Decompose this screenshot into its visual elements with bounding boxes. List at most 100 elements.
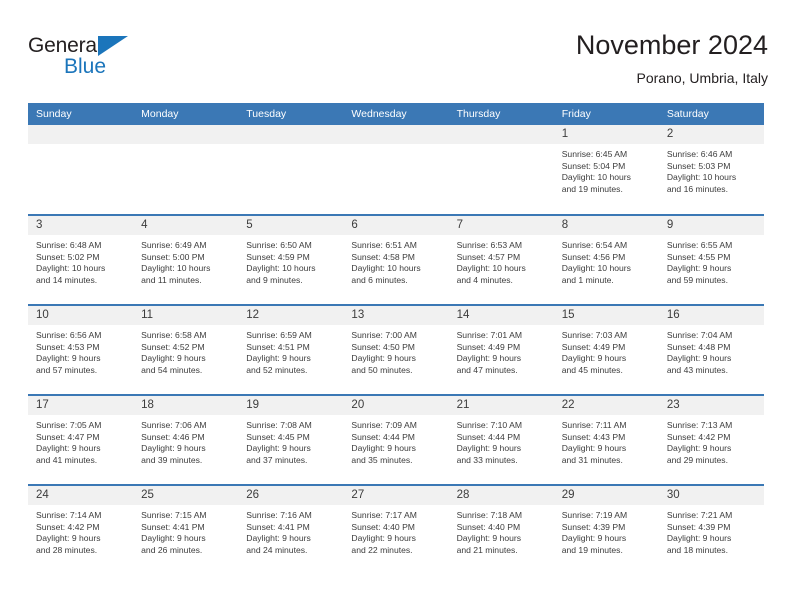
day-number: 26 [238, 486, 344, 505]
sunset-time: Sunset: 4:44 PM [351, 431, 415, 442]
day-number: 28 [448, 486, 554, 505]
daylight-duration-line1: Daylight: 9 hours [351, 533, 416, 544]
calendar-day-cell[interactable]: 15 Sunrise: 7:03 AM Sunset: 4:49 PM Dayligh… [553, 304, 659, 395]
sunset-time: Sunset: 4:58 PM [351, 251, 415, 262]
title-block: November 2024 Porano, Umbria, Italy [576, 28, 768, 88]
daylight-duration-line1: Daylight: 9 hours [36, 443, 101, 454]
day-number: 5 [238, 216, 344, 235]
sunset-time: Sunset: 4:42 PM [666, 431, 731, 442]
calendar-week-row: 17 Sunrise: 7:05 AM Sunset: 4:47 PM Dayligh… [28, 394, 764, 485]
day-number: 8 [553, 216, 659, 235]
day-number: 11 [133, 306, 239, 325]
calendar-week-row: 1 Sunrise: 6:45 AM Sunset: 5:04 PM Daylight… [28, 125, 764, 215]
daylight-duration-line2: and 22 minutes. [351, 544, 413, 555]
calendar-day-cell[interactable]: 23 Sunrise: 7:13 AM Sunset: 4:42 PM Dayligh… [658, 394, 764, 485]
day-number: 30 [658, 486, 764, 505]
day-number: 17 [28, 396, 134, 415]
sunrise-time: Sunrise: 6:45 AM [561, 149, 628, 159]
day-details: Sunrise: 6:48 AM Sunset: 5:02 PM Daylight:… [28, 235, 133, 286]
sunset-time: Sunset: 4:56 PM [561, 251, 626, 262]
day-number: 6 [343, 216, 449, 235]
calendar-day-cell[interactable]: 14 Sunrise: 7:01 AM Sunset: 4:49 PM Dayligh… [448, 304, 554, 395]
calendar-week-row: 3 Sunrise: 6:48 AM Sunset: 5:02 PM Daylight… [28, 214, 764, 305]
daylight-duration-line1: Daylight: 10 hours [561, 172, 631, 183]
daylight-duration-line1: Daylight: 10 hours [141, 263, 211, 274]
calendar-day-cell[interactable]: 8 Sunrise: 6:54 AM Sunset: 4:56 PM Daylight… [553, 214, 659, 305]
day-details: Sunrise: 7:06 AM Sunset: 4:46 PM Daylight:… [133, 415, 238, 466]
day-number: 18 [133, 396, 239, 415]
calendar-day-cell[interactable]: 13 Sunrise: 7:00 AM Sunset: 4:50 PM Dayligh… [343, 304, 449, 395]
day-number: 3 [28, 216, 134, 235]
daylight-duration-line2: and 11 minutes. [141, 274, 202, 285]
daylight-duration-line1: Daylight: 9 hours [666, 443, 732, 454]
day-details: Sunrise: 6:59 AM Sunset: 4:51 PM Daylight:… [238, 325, 343, 376]
sunrise-time: Sunrise: 6:56 AM [36, 330, 102, 340]
calendar-day-cell[interactable]: 9 Sunrise: 6:55 AM Sunset: 4:55 PM Daylight… [658, 214, 764, 305]
sunrise-time: Sunrise: 7:11 AM [561, 420, 627, 430]
daylight-duration-line2: and 35 minutes. [351, 454, 413, 465]
daylight-duration-line1: Daylight: 9 hours [666, 533, 732, 544]
day-number: 13 [343, 306, 449, 325]
day-details: Sunrise: 7:10 AM Sunset: 4:44 PM Daylight:… [449, 415, 554, 466]
calendar-cell-empty [133, 125, 239, 215]
calendar-day-cell[interactable]: 17 Sunrise: 7:05 AM Sunset: 4:47 PM Dayligh… [28, 394, 134, 485]
sunset-time: Sunset: 4:40 PM [456, 521, 521, 532]
calendar-day-cell[interactable]: 24 Sunrise: 7:14 AM Sunset: 4:42 PM Dayligh… [28, 484, 134, 575]
calendar-day-cell[interactable]: 7 Sunrise: 6:53 AM Sunset: 4:57 PM Daylight… [448, 214, 554, 305]
calendar-day-cell[interactable]: 6 Sunrise: 6:51 AM Sunset: 4:58 PM Daylight… [343, 214, 449, 305]
sunset-time: Sunset: 4:39 PM [666, 521, 731, 532]
daylight-duration-line2: and 52 minutes. [246, 364, 308, 375]
calendar-day-cell[interactable]: 16 Sunrise: 7:04 AM Sunset: 4:48 PM Dayligh… [658, 304, 764, 395]
calendar-day-cell[interactable]: 28 Sunrise: 7:18 AM Sunset: 4:40 PM Dayligh… [448, 484, 554, 575]
day-details: Sunrise: 6:54 AM Sunset: 4:56 PM Daylight:… [554, 235, 659, 286]
daylight-duration-line2: and 31 minutes. [561, 454, 623, 465]
calendar-day-cell[interactable]: 22 Sunrise: 7:11 AM Sunset: 4:43 PM Dayligh… [553, 394, 659, 485]
weekday-header-saturday: Saturday [658, 103, 764, 125]
daylight-duration-line1: Daylight: 9 hours [246, 353, 311, 364]
calendar-day-cell[interactable]: 10 Sunrise: 6:56 AM Sunset: 4:53 PM Dayligh… [28, 304, 134, 395]
calendar-week-row: 24 Sunrise: 7:14 AM Sunset: 4:42 PM Dayligh… [28, 484, 764, 575]
calendar-day-cell[interactable]: 20 Sunrise: 7:09 AM Sunset: 4:44 PM Dayligh… [343, 394, 449, 485]
calendar-day-cell[interactable]: 30 Sunrise: 7:21 AM Sunset: 4:39 PM Dayligh… [658, 484, 764, 575]
day-details: Sunrise: 6:58 AM Sunset: 4:52 PM Daylight:… [133, 325, 238, 376]
day-details: Sunrise: 7:14 AM Sunset: 4:42 PM Daylight:… [28, 505, 133, 556]
calendar-day-cell[interactable]: 12 Sunrise: 6:59 AM Sunset: 4:51 PM Dayligh… [238, 304, 344, 395]
daylight-duration-line2: and 9 minutes. [246, 274, 303, 285]
sunset-time: Sunset: 4:52 PM [141, 341, 205, 352]
day-number: 24 [28, 486, 134, 505]
calendar-cell-empty [28, 125, 134, 215]
sunrise-time: Sunrise: 7:00 AM [351, 330, 417, 340]
calendar-day-cell[interactable]: 26 Sunrise: 7:16 AM Sunset: 4:41 PM Dayligh… [238, 484, 344, 575]
day-number: 12 [238, 306, 344, 325]
calendar-day-cell[interactable]: 11 Sunrise: 6:58 AM Sunset: 4:52 PM Dayligh… [133, 304, 239, 395]
day-details: Sunrise: 7:01 AM Sunset: 4:49 PM Daylight:… [449, 325, 554, 376]
calendar-day-cell[interactable]: 2 Sunrise: 6:46 AM Sunset: 5:03 PM Daylight… [658, 125, 764, 215]
day-details: Sunrise: 7:16 AM Sunset: 4:41 PM Daylight:… [238, 505, 343, 556]
sunrise-time: Sunrise: 7:13 AM [666, 420, 733, 430]
calendar-day-cell[interactable]: 29 Sunrise: 7:19 AM Sunset: 4:39 PM Dayligh… [553, 484, 659, 575]
day-details: Sunrise: 7:05 AM Sunset: 4:47 PM Daylight:… [28, 415, 133, 466]
sunset-time: Sunset: 4:39 PM [561, 521, 626, 532]
daylight-duration-line1: Daylight: 9 hours [351, 353, 416, 364]
calendar-day-cell[interactable]: 19 Sunrise: 7:08 AM Sunset: 4:45 PM Dayligh… [238, 394, 344, 485]
calendar-day-cell[interactable]: 5 Sunrise: 6:50 AM Sunset: 4:59 PM Daylight… [238, 214, 344, 305]
sunrise-time: Sunrise: 6:59 AM [246, 330, 312, 340]
sunrise-time: Sunrise: 6:55 AM [666, 240, 733, 250]
day-number: 25 [133, 486, 239, 505]
sunset-time: Sunset: 4:55 PM [666, 251, 731, 262]
daylight-duration-line2: and 45 minutes. [561, 364, 623, 375]
day-number: 9 [658, 216, 764, 235]
calendar-day-cell[interactable]: 21 Sunrise: 7:10 AM Sunset: 4:44 PM Dayligh… [448, 394, 554, 485]
calendar-day-cell[interactable]: 3 Sunrise: 6:48 AM Sunset: 5:02 PM Daylight… [28, 214, 134, 305]
calendar-day-cell[interactable]: 18 Sunrise: 7:06 AM Sunset: 4:46 PM Dayligh… [133, 394, 239, 485]
day-number: 27 [343, 486, 449, 505]
day-details: Sunrise: 7:17 AM Sunset: 4:40 PM Daylight:… [343, 505, 448, 556]
daylight-duration-line2: and 18 minutes. [666, 544, 728, 555]
calendar-day-cell[interactable]: 1 Sunrise: 6:45 AM Sunset: 5:04 PM Daylight… [553, 125, 659, 215]
sunset-time: Sunset: 5:02 PM [36, 251, 100, 262]
sunrise-time: Sunrise: 7:04 AM [666, 330, 733, 340]
calendar-day-cell[interactable]: 4 Sunrise: 6:49 AM Sunset: 5:00 PM Daylight… [133, 214, 239, 305]
daylight-duration-line2: and 16 minutes. [666, 183, 728, 194]
calendar-day-cell[interactable]: 27 Sunrise: 7:17 AM Sunset: 4:40 PM Dayligh… [343, 484, 449, 575]
calendar-day-cell[interactable]: 25 Sunrise: 7:15 AM Sunset: 4:41 PM Dayligh… [133, 484, 239, 575]
